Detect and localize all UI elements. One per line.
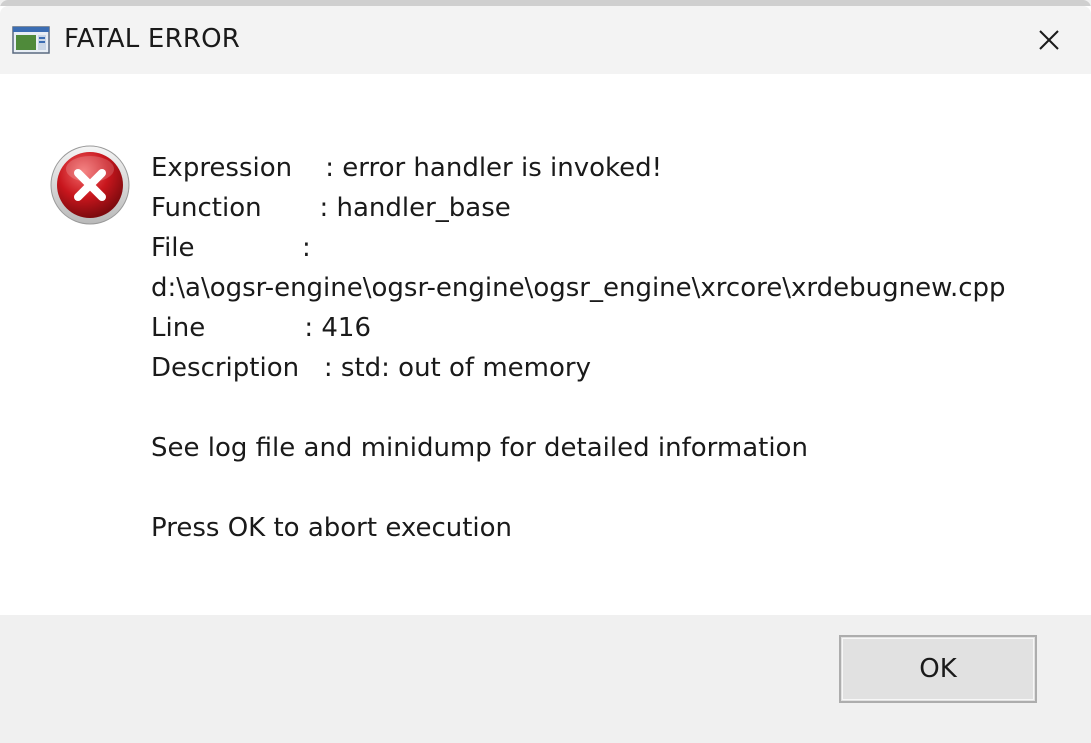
message-area: Expression : error handler is invoked! Fu… bbox=[0, 74, 1091, 615]
close-button[interactable] bbox=[1017, 12, 1081, 68]
message-line-description: Description : std: out of memory bbox=[151, 353, 591, 383]
error-message: Expression : error handler is invoked! Fu… bbox=[151, 148, 1006, 548]
message-line-file-path: d:\a\ogsr-engine\ogsr-engine\ogsr_engine… bbox=[151, 273, 1006, 303]
message-line-file: File : bbox=[151, 233, 311, 263]
message-line-log-info: See log file and minidump for detailed i… bbox=[151, 433, 808, 463]
error-icon bbox=[50, 145, 130, 225]
window-title: FATAL ERROR bbox=[64, 24, 241, 54]
fatal-error-dialog: FATAL ERROR Expression: error handler i… bbox=[0, 0, 1091, 743]
title-bar[interactable]: FATAL ERROR bbox=[0, 6, 1091, 74]
close-icon bbox=[1039, 30, 1059, 50]
message-line-blank bbox=[151, 388, 1006, 428]
message-line-function: Function : handler_base bbox=[151, 193, 511, 223]
message-line-line: Line : 416 bbox=[151, 313, 372, 343]
message-line-expression: Expression : error handler is invoked! bbox=[151, 153, 663, 183]
message-line-blank bbox=[151, 468, 1006, 508]
button-bar: OK bbox=[0, 615, 1091, 743]
ok-button[interactable]: OK bbox=[839, 635, 1037, 703]
message-line-abort: Press OK to abort execution bbox=[151, 513, 513, 543]
app-window-icon bbox=[12, 26, 50, 54]
